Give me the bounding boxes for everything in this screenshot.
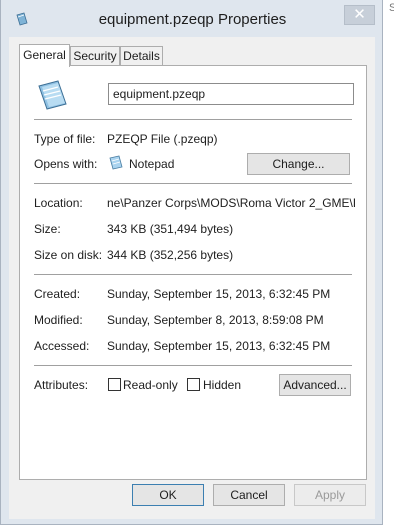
title-bar[interactable]: equipment.pzeqp Properties ✕ — [1, 0, 384, 37]
separator — [34, 183, 352, 184]
opens-with-label: Opens with: — [34, 157, 98, 171]
dialog-client-area: General Security Details equipment.pzeqp… — [9, 37, 375, 519]
close-button[interactable]: ✕ — [344, 5, 375, 25]
background-window-text: S — [389, 2, 394, 14]
created-value: Sunday, September 15, 2013, 6:32:45 PM — [107, 287, 331, 301]
read-only-checkbox[interactable] — [108, 378, 121, 391]
location-value: ne\Panzer Corps\MODS\Roma Victor 2_GME\D… — [107, 196, 355, 210]
accessed-label: Accessed: — [34, 339, 90, 353]
apply-button[interactable]: Apply — [294, 484, 366, 506]
file-type-icon — [38, 80, 67, 110]
type-of-file-value: PZEQP File (.pzeqp) — [107, 132, 218, 146]
separator — [34, 274, 352, 275]
size-value: 343 KB (351,494 bytes) — [107, 222, 234, 236]
size-on-disk-label: Size on disk: — [34, 248, 103, 262]
attributes-label: Attributes: — [34, 378, 89, 392]
tab-general[interactable]: General — [19, 44, 70, 67]
ok-button[interactable]: OK — [132, 484, 204, 506]
opens-with-value: Notepad — [129, 157, 175, 171]
accessed-value: Sunday, September 15, 2013, 6:32:45 PM — [107, 339, 331, 353]
close-icon: ✕ — [353, 6, 366, 23]
change-button[interactable]: Change... — [247, 153, 350, 175]
file-name-input[interactable]: equipment.pzeqp — [108, 83, 354, 105]
window-title: equipment.pzeqp Properties — [98, 11, 287, 28]
advanced-button[interactable]: Advanced... — [279, 374, 351, 396]
type-of-file-label: Type of file: — [34, 132, 96, 146]
separator — [34, 119, 352, 120]
modified-label: Modified: — [34, 313, 83, 327]
size-label: Size: — [34, 222, 61, 236]
size-on-disk-value: 344 KB (352,256 bytes) — [107, 248, 234, 262]
created-label: Created: — [34, 287, 81, 301]
location-value-clip: ne\Panzer Corps\MODS\Roma Victor 2_GME\D… — [107, 196, 355, 212]
read-only-label[interactable]: Read-only — [123, 378, 178, 392]
separator — [34, 365, 352, 366]
notepad-icon — [109, 155, 123, 170]
general-tab-panel: equipment.pzeqp Type of file: PZEQP File… — [19, 65, 367, 480]
tab-security[interactable]: Security — [70, 46, 120, 66]
tab-details[interactable]: Details — [120, 46, 163, 66]
hidden-label[interactable]: Hidden — [203, 378, 241, 392]
hidden-checkbox[interactable] — [187, 378, 200, 391]
cancel-button[interactable]: Cancel — [213, 484, 285, 506]
modified-value: Sunday, September 8, 2013, 8:59:08 PM — [107, 313, 324, 327]
location-label: Location: — [34, 196, 83, 210]
properties-window: equipment.pzeqp Properties ✕ General Sec… — [0, 0, 383, 525]
